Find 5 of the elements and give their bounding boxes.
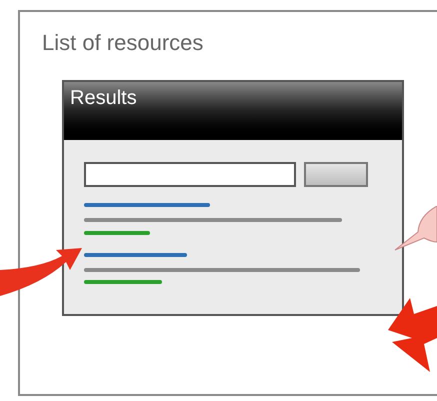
page-title: List of resources xyxy=(42,32,204,54)
window-title: Results xyxy=(70,87,137,109)
search-field[interactable] xyxy=(84,162,296,187)
callout-drawing xyxy=(394,206,437,252)
search-button[interactable] xyxy=(304,162,368,187)
